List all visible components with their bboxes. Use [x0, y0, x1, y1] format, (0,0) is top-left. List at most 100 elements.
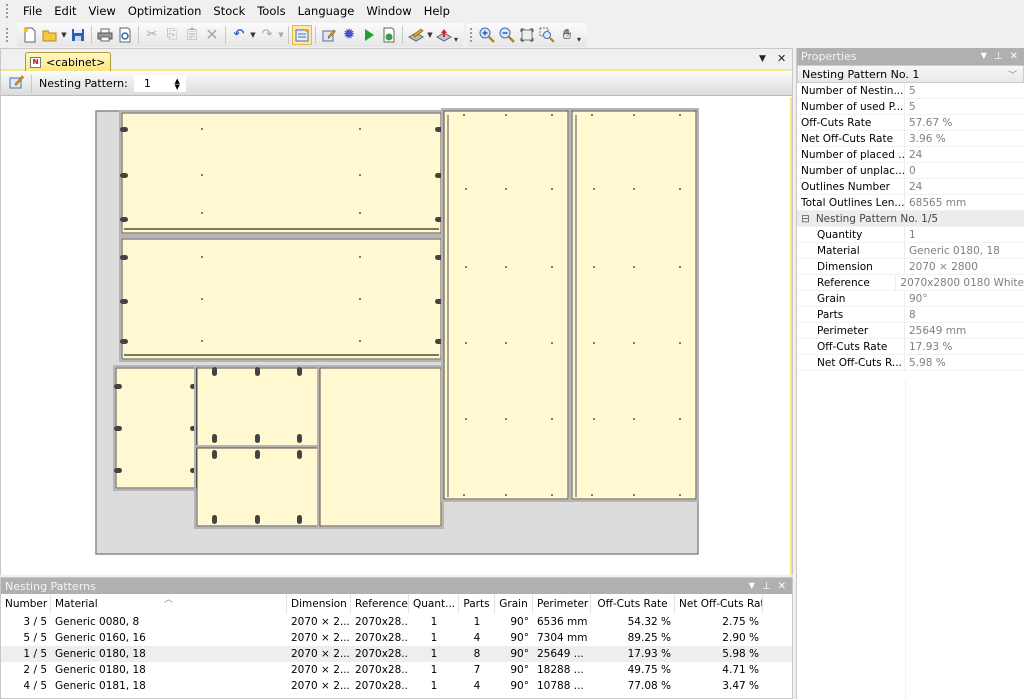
export-icon[interactable] — [379, 25, 399, 45]
copy-icon[interactable]: ⎘ — [162, 25, 182, 45]
property-value[interactable]: 8 — [905, 307, 1024, 322]
property-value[interactable]: 2070x2800 0180 White — [896, 275, 1024, 290]
property-row[interactable]: Grain 90° — [797, 291, 1024, 307]
part[interactable] — [319, 367, 442, 527]
stock-icon[interactable] — [434, 25, 454, 45]
undo-icon[interactable]: ↶ — [229, 25, 249, 45]
delete-icon[interactable]: ✕ — [202, 25, 222, 45]
table-row[interactable]: 2 / 5 Generic 0180, 18 2070 × 2... 2070x28.… — [1, 662, 792, 678]
menu-edit[interactable]: Edit — [48, 0, 82, 22]
column-header-quantity[interactable]: Quant... — [409, 594, 459, 614]
property-row[interactable]: Off-Cuts Rate 17.93 % — [797, 339, 1024, 355]
new-icon[interactable] — [20, 25, 40, 45]
pin-icon[interactable]: ⊥ — [762, 581, 771, 592]
undo-dropdown-icon[interactable]: ▼ — [249, 31, 257, 39]
zoom-window-icon[interactable] — [537, 25, 557, 45]
menu-help[interactable]: Help — [418, 0, 456, 22]
column-header-reference[interactable]: Reference — [351, 594, 409, 614]
column-header-offcuts-rate[interactable]: Off-Cuts Rate — [591, 594, 675, 614]
property-row[interactable]: Outlines Number 24 — [797, 179, 1024, 195]
part[interactable] — [196, 447, 319, 527]
panel-dropdown-icon[interactable]: ▼ — [981, 51, 987, 62]
property-group-header[interactable]: ⊟ Nesting Pattern No. 1/5 — [797, 211, 1024, 227]
menu-window[interactable]: Window — [360, 0, 417, 22]
column-header-parts[interactable]: Parts — [459, 594, 495, 614]
part[interactable] — [115, 367, 197, 489]
property-row[interactable]: Number of Nestin... 5 — [797, 83, 1024, 99]
menu-optimization[interactable]: Optimization — [122, 0, 208, 22]
part[interactable] — [121, 238, 442, 360]
close-panel-icon[interactable]: ✕ — [1010, 51, 1018, 62]
nesting-canvas[interactable] — [1, 97, 792, 575]
nesting-pattern-value[interactable]: 1 — [144, 77, 151, 90]
print-preview-icon[interactable] — [115, 25, 135, 45]
paste-icon[interactable]: 📋︎ — [182, 25, 202, 45]
property-value[interactable]: 5 — [905, 83, 1024, 98]
open-dropdown-icon[interactable]: ▼ — [60, 31, 68, 39]
column-header-net-offcuts-rate[interactable]: Net Off-Cuts Rate — [675, 594, 763, 614]
cut-icon[interactable]: ✂ — [142, 25, 162, 45]
run-icon[interactable] — [359, 25, 379, 45]
nesting-pattern-spinner[interactable]: 1 ▲ ▼ — [133, 75, 186, 92]
column-header-perimeter[interactable]: Perimeter — [533, 594, 591, 614]
edit-icon[interactable] — [319, 25, 339, 45]
settings-icon[interactable]: ✹ — [339, 25, 359, 45]
toolbar-overflow-icon[interactable]: ▾ — [454, 26, 461, 44]
column-header-dimension[interactable]: Dimension — [287, 594, 351, 614]
menu-language[interactable]: Language — [292, 0, 361, 22]
property-value[interactable]: 3.96 % — [905, 131, 1024, 146]
property-value[interactable]: 25649 mm — [905, 323, 1024, 338]
edit-pattern-icon[interactable] — [9, 75, 25, 92]
menu-grip[interactable] — [6, 4, 9, 18]
toolbar-grip[interactable] — [6, 27, 9, 42]
tab-list-dropdown-icon[interactable]: ▼ — [759, 54, 766, 64]
panel-dropdown-icon[interactable]: ▼ — [749, 581, 755, 592]
property-value[interactable]: 57.67 % — [905, 115, 1024, 130]
pan-icon[interactable]: ✋︎ — [557, 25, 577, 45]
property-value[interactable]: Generic 0180, 18 — [905, 243, 1024, 258]
tab-cabinet[interactable]: N <cabinet> — [25, 52, 111, 71]
column-header-number[interactable]: Number — [1, 594, 51, 614]
spinner-arrows-icon[interactable]: ▲ ▼ — [174, 77, 179, 90]
toolbar-overflow-icon[interactable]: ▾ — [577, 26, 584, 44]
part[interactable] — [121, 112, 442, 234]
property-row[interactable]: Total Outlines Len... 68565 mm — [797, 195, 1024, 211]
property-value[interactable]: 5.98 % — [905, 355, 1024, 370]
menu-stock[interactable]: Stock — [207, 0, 251, 22]
layers-dropdown-icon[interactable]: ▼ — [426, 31, 434, 39]
nesting-drawing[interactable] — [1, 97, 792, 575]
property-value[interactable]: 90° — [905, 291, 1024, 306]
properties-icon[interactable] — [292, 24, 312, 45]
property-row[interactable]: Number of placed ... 24 — [797, 147, 1024, 163]
layers-icon[interactable] — [406, 25, 426, 45]
property-row[interactable]: Net Off-Cuts R... 5.98 % — [797, 355, 1024, 371]
property-value[interactable]: 0 — [905, 163, 1024, 178]
property-row[interactable]: Material Generic 0180, 18 — [797, 243, 1024, 259]
zoom-out-icon[interactable] — [497, 25, 517, 45]
property-row[interactable]: Number of used P... 5 — [797, 99, 1024, 115]
property-row[interactable]: Quantity 1 — [797, 227, 1024, 243]
property-row[interactable]: Perimeter 25649 mm — [797, 323, 1024, 339]
open-icon[interactable] — [40, 25, 60, 45]
part[interactable] — [443, 110, 569, 500]
save-icon[interactable] — [68, 25, 88, 45]
part[interactable] — [571, 110, 697, 500]
menu-view[interactable]: View — [83, 0, 122, 22]
property-row[interactable]: Parts 8 — [797, 307, 1024, 323]
table-row[interactable]: 3 / 5 Generic 0080, 8 2070 × 2... 2070x28..… — [1, 614, 792, 630]
property-row[interactable]: Reference 2070x2800 0180 White — [797, 275, 1024, 291]
collapse-icon[interactable]: ⊟ — [797, 211, 816, 226]
print-icon[interactable] — [95, 25, 115, 45]
property-row[interactable]: Net Off-Cuts Rate 3.96 % — [797, 131, 1024, 147]
property-value[interactable]: 24 — [905, 179, 1024, 194]
properties-object-selector[interactable]: Nesting Pattern No. 1 ﹀ — [797, 65, 1024, 83]
table-row[interactable]: 4 / 5 Generic 0181, 18 2070 × 2... 2070x28.… — [1, 678, 792, 694]
property-row[interactable]: Off-Cuts Rate 57.67 % — [797, 115, 1024, 131]
zoom-extents-icon[interactable] — [517, 25, 537, 45]
property-value[interactable]: 2070 × 2800 — [905, 259, 1024, 274]
property-row[interactable]: Dimension 2070 × 2800 — [797, 259, 1024, 275]
menu-file[interactable]: File — [17, 0, 48, 22]
property-value[interactable]: 1 — [905, 227, 1024, 242]
pin-icon[interactable]: ⊥ — [994, 51, 1003, 62]
property-row[interactable]: Number of unplac... 0 — [797, 163, 1024, 179]
